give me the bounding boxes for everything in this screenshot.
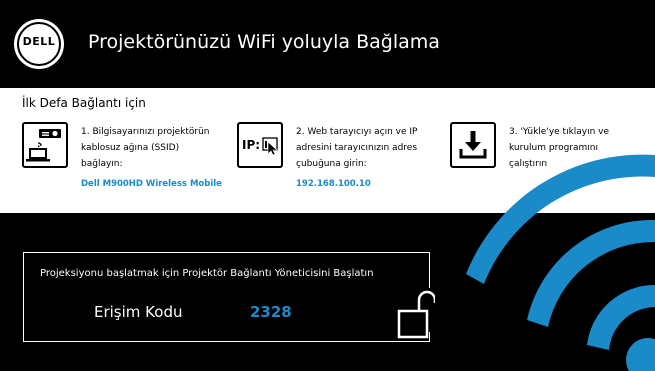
launch-panel: Projeksiyonu başlatmak için Projektör Ba… <box>23 252 430 342</box>
launch-instruction: Projeksiyonu başlatmak için Projektör Ba… <box>40 268 374 279</box>
access-code-label: Erişim Kodu <box>94 303 183 321</box>
unlocked-padlock-icon <box>397 290 435 339</box>
panel-border <box>429 252 430 288</box>
projector-wifi-screen: DELL Projektörünüzü WiFi yoluyla Bağlama… <box>0 0 655 371</box>
access-code-value: 2328 <box>250 303 292 321</box>
